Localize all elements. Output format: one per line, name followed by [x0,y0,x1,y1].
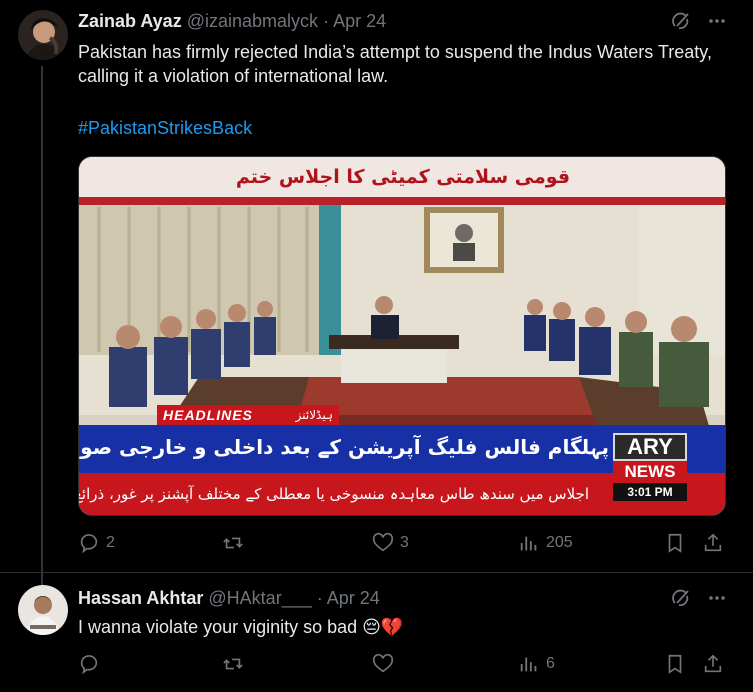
grok-icon[interactable] [671,11,691,31]
like-icon [372,532,394,552]
bookmark-button[interactable] [664,653,686,675]
reply-icon [80,655,98,675]
bookmark-icon [668,533,682,553]
tweet-header-actions [671,588,727,608]
tweet-actions: 6 [78,653,728,681]
views-count: 6 [546,655,555,672]
repost-icon [223,658,243,670]
tweet-text: Pakistan has firmly rejected India’s att… [78,42,712,86]
like-count: 3 [400,534,409,551]
avatar[interactable] [18,585,68,635]
tweet-header-actions [671,11,727,31]
more-icon[interactable] [707,588,727,608]
views-button[interactable]: 6 [518,653,555,675]
ticker-main-text: پہلگام فالس فلیگ آپریشن کے بعد داخلی و خ… [79,435,609,459]
repost-icon [223,537,243,549]
avatar[interactable] [18,10,68,60]
headlines-urdu: ہیڈلائنز [295,408,333,422]
tweet-header: Hassan Akhtar @HAktar___ · Apr 24 [78,588,380,609]
author-handle[interactable]: @izainabmalyck [187,11,318,31]
tweet-media-image[interactable]: قومی سلامتی کمیٹی کا اجلاس ختم HEADLINES… [78,156,726,516]
repost-button[interactable] [222,653,250,675]
headlines-label-box: HEADLINES ہیڈلائنز [157,405,339,425]
share-button[interactable] [702,532,724,554]
author-name[interactable]: Hassan Akhtar [78,588,203,608]
tweet-text: I wanna violate your viginity so bad 😔💔 [78,617,404,637]
views-button[interactable]: 205 [518,532,573,554]
repost-button[interactable] [222,532,250,554]
reply-button[interactable] [78,653,106,675]
channel-name: ARY [613,433,687,461]
reply-icon [80,534,98,554]
reply-button[interactable]: 2 [78,532,115,554]
reply-count: 2 [106,534,115,551]
tweet[interactable]: Zainab Ayaz @izainabmalyck · Apr 24 Paki… [0,0,753,572]
bookmark-icon [668,654,682,674]
ary-news-logo: ARY NEWS 3:01 PM [613,433,687,509]
share-icon [704,533,722,552]
tweet[interactable]: Hassan Akhtar @HAktar___ · Apr 24 I wann… [0,572,753,692]
clock-time: 3:01 PM [613,483,687,501]
author-name[interactable]: Zainab Ayaz [78,11,182,31]
ticker-sub-text: اجلاس میں سندھ طاس معاہدہ منسوخی یا معطل… [78,485,589,503]
share-icon [704,654,722,673]
tweet-actions: 2 3 205 [78,532,728,560]
like-button[interactable]: 3 [372,532,409,554]
separator: · [323,11,330,31]
top-banner-text: قومی سلامتی کمیٹی کا اجلاس ختم [235,166,571,188]
hashtag-link[interactable]: #PakistanStrikesBack [78,116,718,140]
more-icon[interactable] [707,11,727,31]
grok-icon[interactable] [671,588,691,608]
views-count: 205 [546,534,573,551]
share-button[interactable] [702,653,724,675]
tweet-date[interactable]: Apr 24 [327,588,380,608]
channel-sub: NEWS [613,461,687,483]
like-button[interactable] [372,653,400,675]
views-icon [520,536,537,551]
tweet-header: Zainab Ayaz @izainabmalyck · Apr 24 [78,11,386,32]
like-icon [372,653,394,673]
tweet-date[interactable]: Apr 24 [333,11,386,31]
author-handle[interactable]: @HAktar___ [208,588,311,608]
views-icon [520,657,537,672]
separator: · [316,588,323,608]
headlines-label: HEADLINES [163,407,253,423]
bookmark-button[interactable] [664,532,686,554]
